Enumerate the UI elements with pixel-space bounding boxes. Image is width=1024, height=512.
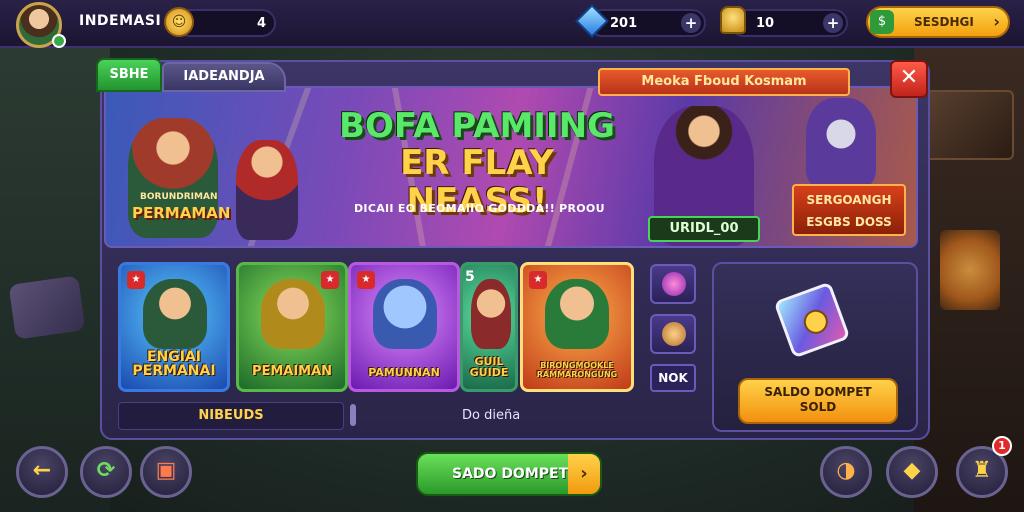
game-art bbox=[373, 279, 437, 349]
banner-promo-line2: ESGBS DOSS bbox=[806, 215, 892, 229]
banner-left-label: PERMAMAN bbox=[132, 204, 231, 222]
lit-window-decoration bbox=[940, 230, 1000, 310]
crate-button[interactable]: ◆ bbox=[886, 446, 938, 498]
banner-left-small-label: BORUNDRIMAN bbox=[140, 192, 218, 202]
banner-tag: Meoka Fboud Kosmam bbox=[598, 68, 850, 96]
game-card-label: GUIL GUIDE bbox=[469, 354, 509, 380]
notification-badge: 1 bbox=[992, 436, 1012, 456]
back-arrow-icon: ← bbox=[32, 458, 52, 483]
wooden-sign-decoration bbox=[924, 90, 1014, 160]
info-divider bbox=[350, 404, 356, 426]
refresh-icon: ⟳ bbox=[96, 458, 116, 483]
gem-value: 201 bbox=[610, 16, 638, 31]
game-art bbox=[545, 279, 609, 349]
refresh-button[interactable]: ⟳ bbox=[80, 446, 132, 498]
banner-subtitle: DICAII EO BEOMAIIO GODDDA!! PROOU bbox=[354, 202, 605, 215]
hot-badge-icon: ★ bbox=[529, 271, 547, 289]
player-name: INDEMASI bbox=[79, 13, 162, 29]
info-text: Do dieña bbox=[462, 408, 521, 423]
stone-decoration bbox=[8, 275, 86, 340]
trophy-icon: ♜ bbox=[972, 458, 992, 483]
monkey-icon bbox=[662, 322, 686, 346]
game-card[interactable]: ★ BIRONGMOOKLE RAMMARONGUNG bbox=[520, 262, 634, 392]
info-bar: NIBEUDS bbox=[118, 402, 344, 430]
game-art bbox=[261, 279, 325, 349]
game-card-label: BIRONGMOOKLE RAMMARONGUNG bbox=[536, 361, 618, 379]
hero-girl-character bbox=[236, 140, 298, 240]
game-art bbox=[143, 279, 207, 349]
banner-promo-line1: SERGOANGH bbox=[806, 193, 892, 207]
hot-badge-icon: ★ bbox=[321, 271, 339, 289]
game-card-corner: 5 bbox=[465, 269, 475, 285]
main-wallet-button[interactable]: SADO DOMPET › bbox=[416, 452, 602, 496]
gift-chest-icon: ▣ bbox=[155, 458, 177, 483]
gold-counter[interactable]: 10 + bbox=[730, 9, 848, 37]
wallet-button-line2: SOLD bbox=[799, 400, 837, 414]
back-button[interactable]: ← bbox=[16, 446, 68, 498]
game-card[interactable]: ★ PAMUNNAN bbox=[348, 262, 460, 392]
coin-value: 4 bbox=[256, 16, 266, 31]
crate-icon: ◆ bbox=[903, 458, 921, 483]
wallet-panel: SALDO DOMPET SOLD bbox=[712, 262, 918, 432]
game-card-label: ENGIAI PERMANAI bbox=[132, 348, 216, 380]
game-card[interactable]: ★ ENGIAI PERMANAI bbox=[118, 262, 230, 392]
close-button[interactable]: ✕ bbox=[890, 60, 928, 98]
side-game-1[interactable] bbox=[650, 264, 696, 304]
add-gold-button[interactable]: + bbox=[823, 13, 843, 33]
side-more-label[interactable]: NOK bbox=[650, 364, 696, 392]
chevron-right-icon: › bbox=[568, 454, 600, 494]
tab-category[interactable]: IADEANDJA bbox=[162, 62, 286, 92]
online-badge-icon bbox=[52, 34, 66, 48]
wallet-button[interactable]: SALDO DOMPET SOLD bbox=[738, 378, 898, 424]
wallet-button-line1: SALDO DOMPET bbox=[764, 385, 872, 399]
main-wallet-label: SADO DOMPET bbox=[452, 466, 569, 482]
gift-button[interactable]: ▣ bbox=[140, 446, 192, 498]
game-art bbox=[471, 279, 511, 349]
hero-creature-character bbox=[806, 98, 876, 188]
gold-value: 10 bbox=[756, 16, 775, 31]
side-game-2[interactable] bbox=[650, 314, 696, 354]
horn-icon: ◑ bbox=[836, 458, 856, 483]
horn-button[interactable]: ◑ bbox=[820, 446, 872, 498]
game-card[interactable]: 5 GUIL GUIDE bbox=[460, 262, 518, 392]
banner-title-line1: BOFA PAMIING bbox=[339, 106, 615, 146]
wallet-icon bbox=[773, 281, 851, 359]
game-card[interactable]: ★ PEMAIMAN bbox=[236, 262, 348, 392]
hot-badge-icon: ★ bbox=[357, 271, 375, 289]
game-card-label: PEMAIMAN bbox=[251, 364, 333, 380]
banner-promo-box[interactable]: SERGOANGH ESGBS DOSS bbox=[792, 184, 906, 236]
close-icon: ✕ bbox=[899, 65, 919, 90]
top-action-button[interactable]: $ SESDHGI › bbox=[866, 6, 1010, 38]
dollar-icon: $ bbox=[870, 10, 894, 34]
orb-icon bbox=[662, 272, 686, 296]
coin-icon: ☺ bbox=[164, 7, 194, 37]
promo-banner[interactable]: BORUNDRIMAN PERMAMAN BOFA PAMIING ER FLA… bbox=[104, 86, 918, 248]
add-gems-button[interactable]: + bbox=[681, 13, 701, 33]
banner-code-badge: URIDL_00 bbox=[648, 216, 760, 242]
game-card-label: PAMUNNAN bbox=[368, 366, 440, 380]
top-bar: INDEMASI 4 ☺ 201 + 10 + $ SESDHGI › bbox=[0, 0, 1024, 48]
tab-new[interactable]: SBHE bbox=[96, 58, 162, 92]
hot-badge-icon: ★ bbox=[127, 271, 145, 289]
jungle-background-left bbox=[0, 40, 110, 512]
chevron-right-icon: › bbox=[993, 12, 1000, 31]
gold-icon bbox=[720, 6, 746, 34]
top-action-label: SESDHGI bbox=[914, 15, 974, 29]
